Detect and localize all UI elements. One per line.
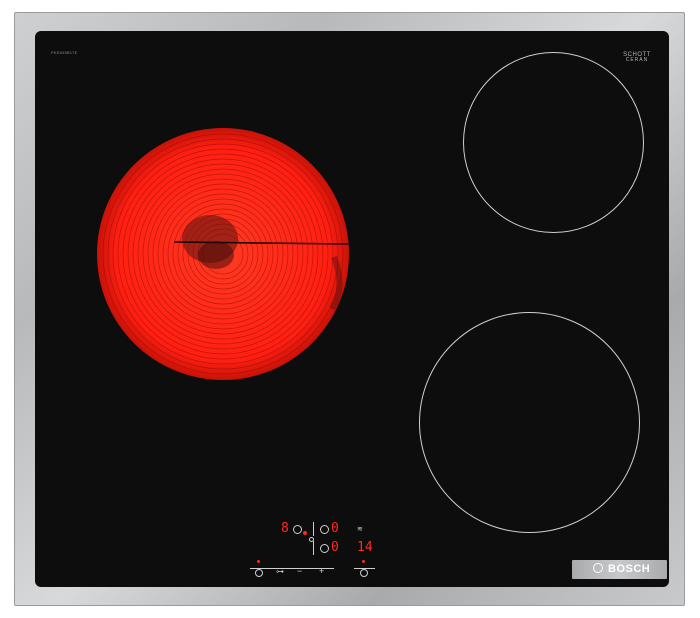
- timer-indicator-dot: [362, 560, 365, 563]
- power-indicator-dot: [257, 560, 260, 563]
- zone-select-front-left[interactable]: [293, 525, 302, 534]
- power-level-rear-left: 0: [331, 521, 339, 536]
- timer-display: 14: [357, 540, 373, 555]
- plus-icon[interactable]: +: [319, 566, 324, 576]
- zone-active-indicator: [303, 531, 307, 535]
- power-icon[interactable]: [255, 569, 263, 577]
- minus-icon[interactable]: −: [297, 566, 302, 576]
- zone-select-rear-left[interactable]: [320, 525, 329, 534]
- ceran-text: CERAN: [625, 57, 649, 63]
- model-label: PKE645B17E: [51, 50, 78, 55]
- zone-select-front-right[interactable]: [320, 544, 329, 553]
- timer-icon[interactable]: [360, 569, 368, 577]
- power-level-front-right: 0: [331, 540, 339, 555]
- zone-layout-icon: ≋: [357, 526, 363, 533]
- cooking-zone-bottom-right: [419, 312, 640, 533]
- schott-ceran-logo: SCHOTT CERAN: [617, 52, 657, 63]
- cooking-zone-top-right: [463, 52, 644, 233]
- brand-name: BOSCH: [608, 563, 651, 575]
- power-level-front-left: 8: [281, 521, 289, 536]
- bosch-logo-icon: [593, 563, 603, 573]
- keep-warm-icon: [309, 537, 314, 542]
- child-lock-icon[interactable]: ⊶: [276, 567, 284, 576]
- heated-cooking-zone: [97, 128, 349, 380]
